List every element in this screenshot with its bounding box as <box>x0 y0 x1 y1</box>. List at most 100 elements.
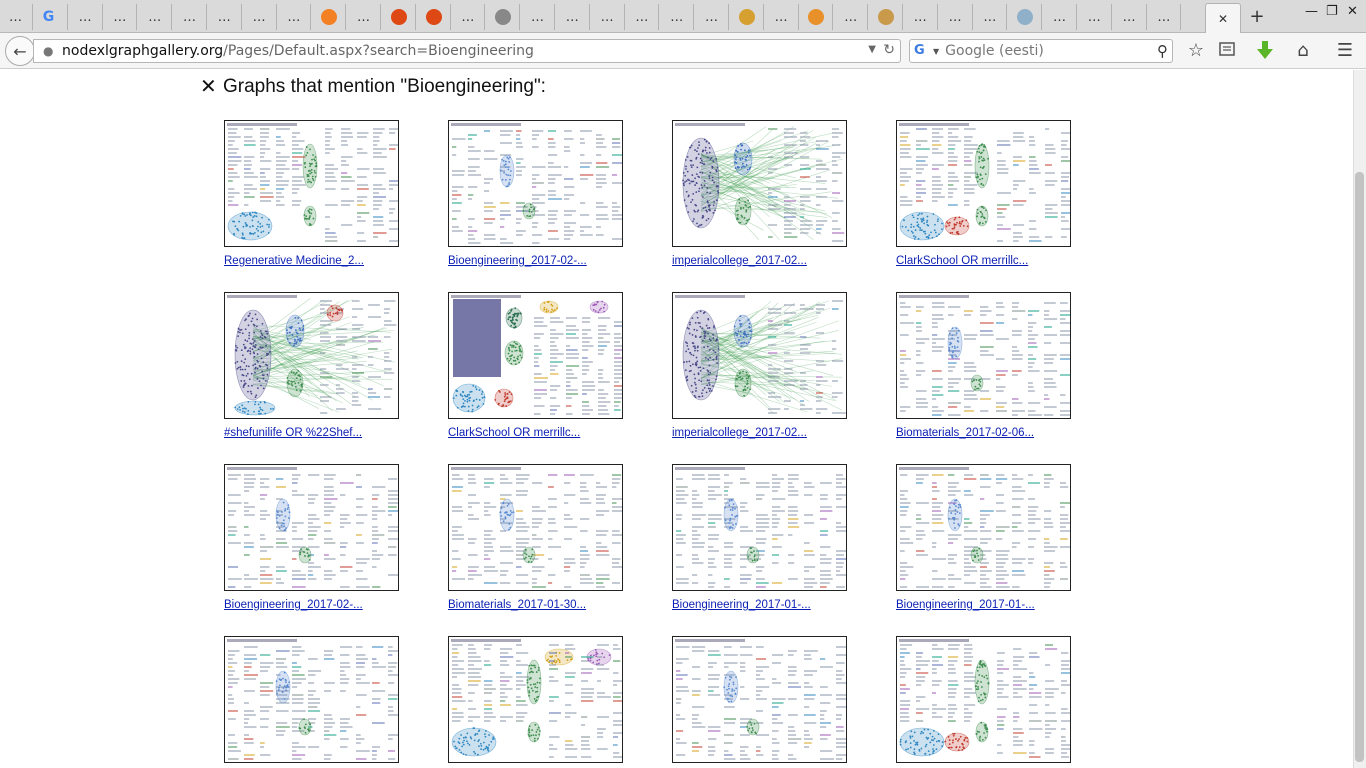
graph-thumbnail[interactable] <box>896 292 1071 419</box>
browser-tab[interactable]: … <box>626 4 660 30</box>
ubuntu-icon <box>390 9 407 25</box>
tab-bar: + — ❐ ✕ … G … … … … … … … … … … … … … … … … … … … … … … … … ✕ <box>0 0 1366 33</box>
ubuntu-icon <box>425 9 442 25</box>
browser-tab[interactable]: … <box>766 4 799 30</box>
graph-thumbnail[interactable] <box>224 292 399 419</box>
graph-card <box>448 636 624 763</box>
url-text[interactable]: nodexlgraphgallery.org/Pages/Default.asp… <box>62 43 534 59</box>
browser-tab[interactable] <box>800 4 834 30</box>
graph-card: ClarkSchool OR merrillc... <box>896 120 1072 267</box>
browser-tab[interactable]: … <box>696 4 729 30</box>
browser-tab[interactable]: … <box>1079 4 1112 30</box>
window-close-icon[interactable]: ✕ <box>1347 4 1358 19</box>
browser-tab[interactable]: … <box>905 4 938 30</box>
graph-thumbnail[interactable] <box>448 636 623 763</box>
graph-thumbnail[interactable] <box>224 120 399 247</box>
browser-tab[interactable]: … <box>592 4 625 30</box>
scrollbar-thumb[interactable] <box>1355 172 1364 762</box>
graph-thumbnail[interactable] <box>896 464 1071 591</box>
graph-thumbnail[interactable] <box>448 464 623 591</box>
graph-thumbnail[interactable] <box>672 464 847 591</box>
browser-tab[interactable]: G <box>35 4 68 30</box>
search-bar[interactable]: G ▼ Google (eesti) ⚲ <box>909 39 1173 63</box>
browser-tab[interactable]: … <box>139 4 173 30</box>
graph-title-link[interactable]: ClarkSchool OR merrillc... <box>448 427 624 439</box>
graph-title-link[interactable]: ClarkSchool OR merrillc... <box>896 255 1072 267</box>
browser-tab[interactable]: … <box>209 4 242 30</box>
graph-title-link[interactable]: Biomaterials_2017-01-30... <box>448 599 624 611</box>
reading-list-icon[interactable] <box>1216 40 1238 62</box>
network-graph-image <box>451 123 622 244</box>
url-bar[interactable]: ● nodexlgraphgallery.org/Pages/Default.a… <box>33 39 901 63</box>
new-tab-button[interactable]: + <box>1247 6 1267 27</box>
browser-tab[interactable] <box>1009 4 1043 30</box>
browser-tab[interactable]: … <box>1044 4 1077 30</box>
network-graph-image <box>227 639 398 760</box>
browser-tab[interactable] <box>418 4 451 30</box>
network-graph-image <box>227 295 397 416</box>
browser-tab[interactable]: … <box>557 4 590 30</box>
graph-card <box>672 636 848 763</box>
google-icon[interactable]: G <box>914 43 932 59</box>
reload-icon[interactable]: ↻ <box>883 42 895 58</box>
graph-title-link[interactable]: Regenerative Medicine_2... <box>224 255 400 267</box>
graph-title-link[interactable]: Biomaterials_2017-02-06... <box>896 427 1072 439</box>
tab-label: … <box>1122 9 1137 25</box>
back-button[interactable]: ← <box>5 36 35 66</box>
search-icon[interactable]: ⚲ <box>1157 42 1168 60</box>
browser-tab[interactable]: … <box>835 4 869 30</box>
browser-tab[interactable]: … <box>70 4 103 30</box>
restore-icon[interactable]: ❐ <box>1326 4 1338 19</box>
graph-thumbnail[interactable] <box>672 292 847 419</box>
network-graph-image <box>675 467 846 588</box>
bookmark-star-icon[interactable]: ☆ <box>1185 40 1207 62</box>
browser-tab[interactable] <box>383 4 416 30</box>
graph-title-link[interactable]: Bioengineering_2017-01-... <box>672 599 848 611</box>
graph-thumbnail[interactable] <box>224 636 399 763</box>
download-icon[interactable] <box>1254 40 1276 62</box>
browser-tab[interactable]: … <box>974 4 1008 30</box>
browser-tab[interactable] <box>313 4 347 30</box>
browser-tab[interactable] <box>731 4 764 30</box>
tab-label: … <box>1087 9 1102 25</box>
tab-label: … <box>565 9 580 25</box>
browser-tab[interactable]: … <box>452 4 486 30</box>
graph-thumbnail[interactable] <box>224 464 399 591</box>
browser-tab[interactable]: … <box>348 4 381 30</box>
graph-title-link[interactable]: Bioengineering_2017-01-... <box>896 599 1072 611</box>
close-icon[interactable]: ✕ <box>1218 12 1228 26</box>
graph-card: Regenerative Medicine_2... <box>224 120 400 267</box>
browser-tab[interactable]: ✕ <box>1205 3 1241 33</box>
browser-tab[interactable] <box>870 4 903 30</box>
browser-tab[interactable]: … <box>522 4 555 30</box>
tab-label: … <box>913 9 928 25</box>
graph-title-link[interactable]: imperialcollege_2017-02... <box>672 255 848 267</box>
browser-tab[interactable]: … <box>278 4 312 30</box>
search-input[interactable]: Google (eesti) <box>945 43 1044 59</box>
search-engine-dropdown-icon[interactable]: ▼ <box>933 47 939 56</box>
browser-tab[interactable]: … <box>940 4 973 30</box>
graph-thumbnail[interactable] <box>896 120 1071 247</box>
browser-tab[interactable]: … <box>174 4 207 30</box>
url-history-dropdown-icon[interactable]: ▼ <box>868 44 876 55</box>
home-icon[interactable]: ⌂ <box>1292 40 1314 62</box>
graph-title-link[interactable]: #shefunilife OR %22Shef... <box>224 427 400 439</box>
browser-tab[interactable]: … <box>1148 4 1182 30</box>
graph-thumbnail[interactable] <box>448 120 623 247</box>
browser-tab[interactable]: … <box>0 4 33 30</box>
browser-tab[interactable]: … <box>104 4 138 30</box>
clear-search-icon[interactable]: ✕ <box>200 74 217 99</box>
graph-title-link[interactable]: Bioengineering_2017-02-... <box>448 255 624 267</box>
graph-title-link[interactable]: imperialcollege_2017-02... <box>672 427 848 439</box>
graph-thumbnail[interactable] <box>896 636 1071 763</box>
minimize-icon[interactable]: — <box>1305 4 1318 19</box>
browser-tab[interactable]: … <box>244 4 277 30</box>
graph-thumbnail[interactable] <box>448 292 623 419</box>
graph-thumbnail[interactable] <box>672 636 847 763</box>
menu-icon[interactable]: ☰ <box>1334 40 1356 62</box>
browser-tab[interactable]: … <box>661 4 695 30</box>
graph-title-link[interactable]: Bioengineering_2017-02-... <box>224 599 400 611</box>
graph-thumbnail[interactable] <box>672 120 847 247</box>
browser-tab[interactable]: … <box>1114 4 1147 30</box>
browser-tab[interactable] <box>487 4 521 30</box>
